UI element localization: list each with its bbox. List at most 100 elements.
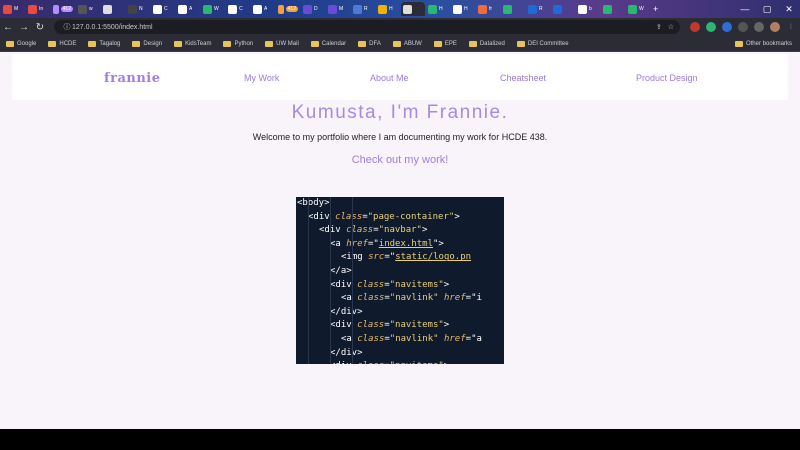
forward-icon[interactable]: →: [16, 22, 32, 33]
bookmark-item[interactable]: Design: [132, 40, 162, 47]
navbar: frannie My Work About Me Cheatsheet Prod…: [12, 54, 788, 100]
code-token: "navitems": [390, 361, 444, 364]
browser-tab[interactable]: D: [301, 2, 325, 16]
browser-tab[interactable]: [551, 2, 575, 16]
browser-tab[interactable]: R: [526, 2, 550, 16]
browser-tab[interactable]: C: [151, 2, 175, 16]
bookmark-label: EPE: [444, 40, 457, 47]
page-subtitle: Welcome to my portfolio where I am docum…: [252, 132, 548, 142]
browser-tab[interactable]: [601, 2, 625, 16]
code-token: <a: [341, 333, 358, 344]
extension-icon[interactable]: [690, 22, 700, 32]
minimize-icon[interactable]: —: [734, 4, 756, 14]
tab-favicon-icon: [3, 4, 12, 14]
code-token: <body>: [297, 198, 330, 208]
more-icon[interactable]: ⋮: [786, 22, 796, 32]
browser-tab[interactable]: W: [626, 2, 650, 16]
tab-favicon-icon: [153, 4, 162, 14]
tab-label: N: [139, 6, 143, 12]
browser-tab[interactable]: fr: [476, 2, 500, 16]
nav-link-cheatsheet[interactable]: Cheatsheet: [500, 73, 546, 83]
tab-label: W: [639, 6, 644, 12]
bookmark-item[interactable]: Datalized: [468, 40, 505, 47]
tab-label: M: [339, 6, 344, 12]
other-bookmarks[interactable]: Other bookmarks: [734, 36, 792, 52]
browser-tab[interactable]: H: [376, 2, 400, 16]
browser-tab[interactable]: C: [226, 2, 250, 16]
browser-tab[interactable]: 412: [51, 2, 75, 16]
reload-icon[interactable]: ↻: [32, 22, 48, 33]
folder-icon: [433, 40, 442, 47]
browser-tab[interactable]: N: [126, 2, 150, 16]
tab-favicon-icon: [503, 4, 512, 14]
bookmark-item[interactable]: ABUW: [392, 40, 422, 47]
tab-label: 412: [285, 6, 298, 12]
extension-icon[interactable]: [722, 22, 732, 32]
taskbar: [0, 429, 800, 450]
back-icon[interactable]: ←: [0, 22, 16, 33]
share-icon[interactable]: ⇪: [656, 23, 662, 31]
code-token: class: [335, 211, 363, 222]
bookmark-star-icon[interactable]: ☆: [668, 23, 674, 31]
bookmark-item[interactable]: KidsTeam: [174, 40, 211, 47]
bookmark-item[interactable]: UW Mail: [265, 40, 299, 47]
folder-icon: [310, 40, 319, 47]
new-tab-button[interactable]: +: [651, 2, 663, 16]
logo[interactable]: frannie: [104, 71, 160, 86]
sidepanel-icon[interactable]: [754, 22, 764, 32]
nav-link-product-design[interactable]: Product Design: [636, 73, 698, 83]
browser-tab[interactable]: H: [426, 2, 450, 16]
code-token: href: [443, 293, 466, 304]
bookmark-item[interactable]: Python: [223, 40, 253, 47]
browser-tab[interactable]: W: [201, 2, 225, 16]
tab-label: C: [239, 6, 243, 12]
url-text[interactable]: 127.0.0.1:5500/index.html: [72, 24, 153, 31]
check-out-work-link[interactable]: Check out my work!: [0, 154, 800, 166]
browser-tab[interactable]: M: [1, 2, 25, 16]
bookmarks-bar: Google HCDE Tagalog Design KidsTeam Python UW …: [0, 36, 800, 52]
folder-icon: [392, 40, 401, 47]
tab-favicon-icon: [103, 4, 112, 14]
browser-tab[interactable]: 412: [276, 2, 300, 16]
code-token: ">: [432, 238, 444, 249]
code-token: <a: [330, 238, 347, 249]
browser-tab[interactable]: [401, 2, 425, 16]
tab-favicon-icon: [328, 4, 337, 14]
avatar[interactable]: [770, 22, 780, 32]
bookmark-label: UW Mail: [276, 40, 299, 47]
code-token: ="i: [465, 293, 482, 304]
nav-link-my-work[interactable]: My Work: [244, 73, 279, 83]
maximize-icon[interactable]: ▢: [756, 4, 778, 15]
browser-tab[interactable]: In: [26, 2, 50, 16]
code-snippet-image: <body> <div class="page-container"> <div c…: [296, 197, 504, 364]
bookmark-item[interactable]: HCDE: [48, 40, 76, 47]
bookmark-item[interactable]: Calendar: [310, 40, 346, 47]
bookmark-label: DFA: [369, 40, 381, 47]
bookmark-item[interactable]: Google: [6, 40, 36, 47]
browser-tab[interactable]: A: [176, 2, 200, 16]
bookmark-item[interactable]: Tagalog: [88, 40, 120, 47]
close-icon[interactable]: ✕: [778, 4, 800, 15]
code-token: src: [368, 252, 385, 263]
browser-tab[interactable]: [501, 2, 525, 16]
code-token: class: [357, 361, 384, 364]
address-bar[interactable]: ⓘ 127.0.0.1:5500/index.html ⇪ ☆: [54, 20, 680, 34]
tab-label: H: [439, 6, 443, 12]
bookmark-item[interactable]: EPE: [433, 40, 457, 47]
browser-tab[interactable]: b: [576, 2, 600, 16]
browser-tab[interactable]: R: [351, 2, 375, 16]
nav-link-about-me[interactable]: About Me: [370, 73, 409, 83]
browser-tab[interactable]: H: [451, 2, 475, 16]
code-token: index.html: [378, 238, 433, 249]
bookmark-item[interactable]: DEI Committee: [516, 40, 569, 47]
bookmark-item[interactable]: DFA: [358, 40, 381, 47]
browser-tab[interactable]: [101, 2, 125, 16]
browser-tab[interactable]: w: [76, 2, 100, 16]
browser-tab[interactable]: A: [251, 2, 275, 16]
extension-icon[interactable]: [706, 22, 716, 32]
browser-tab[interactable]: M: [326, 2, 350, 16]
info-icon[interactable]: ⓘ: [62, 22, 72, 32]
puzzle-icon[interactable]: [738, 22, 748, 32]
tab-favicon-icon: [203, 4, 212, 14]
code-token: class: [346, 225, 374, 236]
